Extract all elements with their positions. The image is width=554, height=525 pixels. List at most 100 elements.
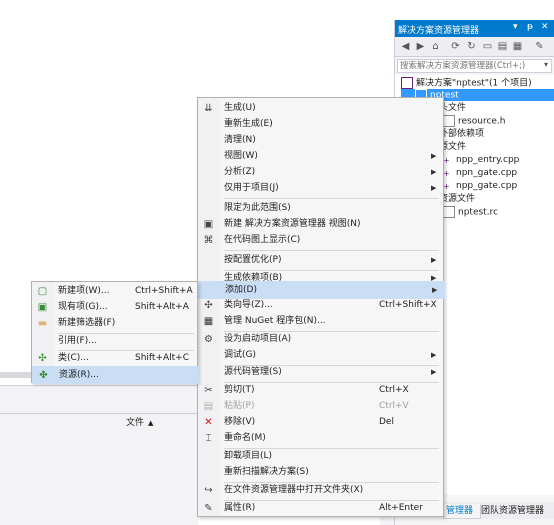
wrench-icon[interactable]: ✎ xyxy=(533,40,546,53)
solution-explorer-search[interactable]: ▾ xyxy=(397,59,552,73)
menu-item-rename[interactable]: ⌶ 重命名(M) xyxy=(198,430,443,447)
menu-item-clean[interactable]: 清理(N) xyxy=(198,132,443,149)
menu-item-label: 按配置优化(P) xyxy=(224,255,282,265)
menu-item-new-se-view[interactable]: ▣ 新建 解决方案资源管理器 视图(N) xyxy=(198,216,443,233)
menu-item-properties[interactable]: ✎ 属性(R) Alt+Enter xyxy=(198,500,443,517)
menu-item-existing-item[interactable]: ▣ 现有项(G)... Shift+Alt+A xyxy=(32,299,197,316)
new-item-icon: ▢ xyxy=(37,286,48,297)
forward-icon[interactable]: ▶ xyxy=(414,40,427,53)
menu-item-shortcut: Ctrl+Shift+A xyxy=(135,286,193,296)
code-map-icon: ⌘ xyxy=(203,235,214,246)
tree-item-label: 资源文件 xyxy=(439,194,476,204)
menu-item-analyze[interactable]: 分析(Z) ▶ xyxy=(198,164,443,181)
menu-item-label: 粘贴(P) xyxy=(224,401,255,411)
menu-item-set-startup[interactable]: ⚙ 设为启动项目(A) xyxy=(198,331,443,348)
menu-item-class-wizard[interactable]: ✣ 类向导(Z)... Ctrl+Shift+X xyxy=(198,297,443,314)
build-icon: ⇊ xyxy=(204,103,213,114)
horizontal-scrollbar[interactable] xyxy=(0,372,33,378)
menu-item-resource[interactable]: ✤ 资源(R)... xyxy=(32,366,199,384)
solution-explorer-toolbar: ◀ ▶ ⌂ ⟳ ↻ ▭ ▤ ▦ ✎ xyxy=(395,37,554,57)
menu-item-label: 资源(R)... xyxy=(59,370,99,380)
file-column-header[interactable]: 文件 ▲ xyxy=(126,415,181,429)
menu-item-label: 设为启动项目(A) xyxy=(224,334,292,344)
menu-item-label: 剪切(T) xyxy=(224,385,255,395)
solution-explorer-titlebar: 解决方案资源管理器 ▾ ᵽ ✕ xyxy=(395,20,554,37)
tree-item-npn-gate[interactable]: + npn_gate.cpp xyxy=(443,167,517,179)
existing-item-icon: ▣ xyxy=(37,302,48,313)
menu-item-shortcut: Shift+Alt+A xyxy=(135,302,189,312)
menu-item-view[interactable]: 视图(W) ▶ xyxy=(198,148,443,165)
close-icon[interactable]: ✕ xyxy=(541,22,549,32)
menu-item-debug[interactable]: 调试(G) ▶ xyxy=(198,347,443,364)
menu-item-label: 新建 解决方案资源管理器 视图(N) xyxy=(224,219,361,229)
tree-item-npp-entry[interactable]: + npp_entry.cpp xyxy=(443,154,519,166)
menu-item-build[interactable]: ⇊ 生成(U) xyxy=(198,100,443,117)
submenu-arrow-icon: ▶ xyxy=(431,256,437,264)
menu-item-label: 重新生成(E) xyxy=(224,119,273,129)
menu-item-new-filter[interactable]: ▬ 新建筛选器(F) xyxy=(32,315,197,332)
window-position-dropdown-icon[interactable]: ▾ xyxy=(513,22,518,32)
tree-item-external-deps[interactable]: 外部依赖项 xyxy=(439,128,484,140)
nuget-icon: ▦ xyxy=(203,316,214,327)
menu-item-label: 卸载项目(L) xyxy=(224,451,273,461)
menu-item-class[interactable]: ✣ 类(C)... Shift+Alt+C xyxy=(32,350,197,367)
menu-item-scope-to-this[interactable]: 限定为此范围(S) xyxy=(198,200,443,217)
menu-item-label: 调试(G) xyxy=(224,350,256,360)
menu-item-shortcut: Ctrl+V xyxy=(379,401,409,411)
new-view-icon: ▣ xyxy=(203,219,214,230)
menu-item-cut[interactable]: ✂ 剪切(T) Ctrl+X xyxy=(198,382,443,399)
menu-item-remove[interactable]: ✕ 移除(V) Del xyxy=(198,414,443,431)
tree-item-resource-files[interactable]: 资源文件 xyxy=(439,193,475,205)
tab-team-explorer[interactable]: 团队资源管理器 xyxy=(479,504,546,518)
menu-item-rescan[interactable]: 重新扫描解决方案(S) xyxy=(198,464,443,481)
panel-divider xyxy=(0,413,198,414)
menu-separator xyxy=(224,250,439,251)
menu-item-label: 新建筛选器(F) xyxy=(58,318,116,328)
submenu-arrow-icon: ▶ xyxy=(431,368,437,376)
menu-item-label: 在代码图上显示(C) xyxy=(224,235,301,245)
resource-file-icon xyxy=(443,206,455,218)
menu-item-project-only[interactable]: 仅用于项目(J) ▶ xyxy=(198,180,443,197)
menu-item-label: 在文件资源管理器中打开文件夹(X) xyxy=(224,485,364,495)
menu-item-shortcut: Ctrl+Shift+X xyxy=(379,300,437,310)
rename-icon: ⌶ xyxy=(205,433,212,444)
menu-item-nuget[interactable]: ▦ 管理 NuGet 程序包(N)... xyxy=(198,313,443,330)
refresh-icon[interactable]: ↻ xyxy=(465,40,478,53)
menu-item-shortcut: Ctrl+X xyxy=(379,385,409,395)
menu-item-label: 限定为此范围(S) xyxy=(224,203,291,213)
menu-item-label: 重命名(M) xyxy=(224,433,266,443)
menu-item-source-control[interactable]: 源代码管理(S) ▶ xyxy=(198,364,443,381)
menu-item-label: 类(C)... xyxy=(58,353,89,363)
tree-item-solution[interactable]: 解决方案"nptest"(1 个项目) xyxy=(401,77,532,89)
menu-item-open-in-explorer[interactable]: ↪ 在文件资源管理器中打开文件夹(X) xyxy=(198,482,443,499)
back-icon[interactable]: ◀ xyxy=(399,40,412,53)
search-input[interactable] xyxy=(400,60,530,72)
menu-item-label: 清理(N) xyxy=(224,135,256,145)
menu-item-paste: ▤ 粘贴(P) Ctrl+V xyxy=(198,398,443,415)
search-options-chevron-down-icon[interactable]: ▾ xyxy=(544,60,548,69)
collapse-all-icon[interactable]: ▭ xyxy=(481,40,494,53)
menu-item-pgo[interactable]: 按配置优化(P) ▶ xyxy=(198,252,443,269)
home-icon[interactable]: ⌂ xyxy=(429,40,442,53)
menu-item-unload[interactable]: 卸载项目(L) xyxy=(198,448,443,465)
menu-item-label: 现有项(G)... xyxy=(58,302,108,312)
tab-solution-explorer[interactable]: 管理器 xyxy=(443,504,481,519)
menu-item-label: 属性(R) xyxy=(224,503,256,513)
tree-item-resource-h[interactable]: resource.h xyxy=(443,115,506,127)
menu-item-shortcut: Shift+Alt+C xyxy=(135,353,190,363)
menu-item-label: 类向导(Z)... xyxy=(224,300,273,310)
pin-icon[interactable]: ᵽ xyxy=(527,22,533,32)
cpp-file-icon: + xyxy=(443,168,450,178)
sync-icon[interactable]: ⟳ xyxy=(449,40,462,53)
menu-item-show-on-code-map[interactable]: ⌘ 在代码图上显示(C) xyxy=(198,232,443,249)
tree-item-npp-gate[interactable]: + npp_gate.cpp xyxy=(443,180,517,192)
tree-item-label: npp_entry.cpp xyxy=(456,155,520,165)
show-all-files-icon[interactable]: ▤ xyxy=(496,40,509,53)
wrench-icon: ✎ xyxy=(204,503,213,514)
properties-toolbar-icon[interactable]: ▦ xyxy=(511,40,524,53)
cpp-file-icon: + xyxy=(443,155,450,165)
menu-item-new-item[interactable]: ▢ 新建项(W)... Ctrl+Shift+A xyxy=(32,283,197,300)
menu-item-rebuild[interactable]: 重新生成(E) xyxy=(198,116,443,133)
menu-item-reference[interactable]: 引用(F)... xyxy=(32,333,197,350)
tree-item-nptest-rc[interactable]: nptest.rc xyxy=(443,206,498,218)
